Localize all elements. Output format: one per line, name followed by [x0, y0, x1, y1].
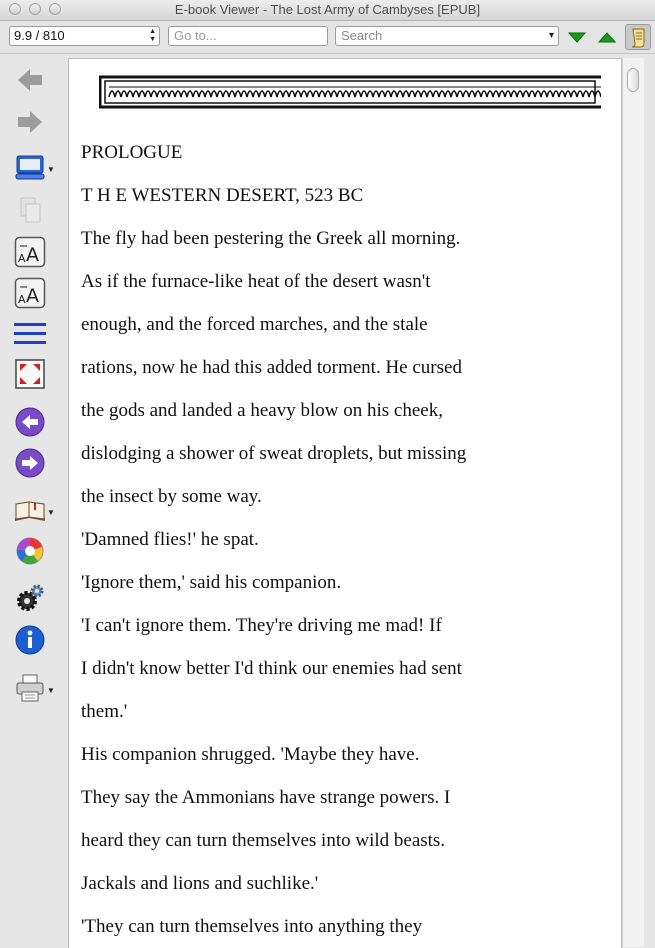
print-button[interactable]: [12, 670, 48, 706]
font-larger-icon: A A: [14, 236, 46, 268]
find-previous-button[interactable]: [596, 26, 618, 48]
monitor-icon: [15, 155, 45, 180]
previous-page-icon: [15, 407, 45, 437]
preferences-button[interactable]: [12, 581, 48, 617]
chapter-subheading: T H E WESTERN DESERT, 523 BC: [81, 185, 364, 206]
book-text: PROLOGUE T H E WESTERN DESERT, 523 BC The …: [81, 141, 611, 948]
copy-icon: [20, 197, 41, 223]
next-page-icon: [15, 448, 45, 478]
text-line: Jackals and lions and suchlike.': [81, 873, 319, 894]
text-line: They say the Ammonians have strange powe…: [81, 787, 451, 808]
vertical-scrollbar[interactable]: [622, 58, 644, 947]
book-content-view[interactable]: PROLOGUE T H E WESTERN DESERT, 523 BC The …: [68, 58, 622, 948]
text-line: heard they can turn themselves into wild…: [81, 830, 446, 851]
text-line: rations, now he had this added torment. …: [81, 357, 462, 378]
svg-text:A: A: [26, 285, 39, 307]
text-line: the insect by some way.: [81, 486, 262, 507]
gears-icon: [17, 584, 44, 611]
bookmarks-dropdown-caret-icon[interactable]: ▼: [47, 508, 55, 517]
book-info-button[interactable]: [12, 622, 48, 658]
forward-button[interactable]: [12, 104, 48, 140]
green-up-arrow-icon: [597, 32, 617, 43]
svg-text:A: A: [18, 252, 26, 265]
back-button[interactable]: [12, 62, 48, 98]
chapter-heading: PROLOGUE: [81, 142, 183, 163]
view-mode-button[interactable]: [12, 149, 48, 185]
text-line: enough, and the forced marches, and the …: [81, 314, 428, 335]
title-bar: E-book Viewer - The Lost Army of Cambyse…: [0, 0, 655, 21]
text-line: 'Ignore them,' said his companion.: [81, 572, 342, 593]
search-combobox[interactable]: Search ▾: [335, 26, 559, 46]
scroll-icon: [631, 28, 645, 48]
font-smaller-button[interactable]: A A: [12, 275, 48, 311]
stepper-arrows-icon[interactable]: ▲ ▼: [149, 28, 156, 44]
next-page-button[interactable]: [12, 445, 48, 481]
text-line: dislodging a shower of sweat droplets, b…: [81, 443, 467, 464]
chevron-down-icon[interactable]: ▾: [549, 27, 554, 45]
green-down-arrow-icon: [567, 32, 587, 43]
printer-icon: [16, 674, 44, 702]
find-next-button[interactable]: [566, 26, 588, 48]
toolbar: 9.9 / 810 ▲ ▼ Go to... Search ▾: [0, 21, 655, 54]
scrollbar-thumb[interactable]: [627, 68, 639, 92]
position-spinbox[interactable]: 9.9 / 810 ▲ ▼: [9, 26, 160, 46]
forward-arrow-icon: [18, 111, 42, 133]
fullscreen-icon: [15, 359, 45, 389]
font-smaller-icon: A A: [14, 277, 46, 309]
window-title: E-book Viewer - The Lost Army of Cambyse…: [174, 2, 481, 17]
text-line: As if the furnace-like heat of the deser…: [81, 271, 431, 292]
info-icon: [15, 625, 45, 655]
goto-input[interactable]: Go to...: [168, 26, 328, 46]
font-larger-button[interactable]: A A: [12, 234, 48, 270]
copy-button[interactable]: [12, 192, 48, 228]
book-icon: [15, 501, 45, 521]
text-line: The fly had been pestering the Greek all…: [81, 228, 461, 249]
svg-text:A: A: [26, 244, 39, 266]
text-line: the gods and landed a heavy blow on his …: [81, 400, 443, 421]
decorative-border-image: [99, 67, 601, 109]
position-value: 9.9 / 810: [14, 28, 65, 43]
print-dropdown-caret-icon[interactable]: ▼: [47, 686, 55, 695]
back-arrow-icon: [18, 69, 42, 91]
text-line: 'I can't ignore them. They're driving me…: [81, 615, 442, 636]
text-line: I didn't know better I'd think our enemi…: [81, 658, 462, 679]
svg-text:A: A: [18, 293, 26, 306]
toc-toggle-button[interactable]: [625, 24, 651, 50]
search-input[interactable]: Search: [341, 28, 382, 43]
text-line: them.': [81, 701, 128, 722]
fullscreen-button[interactable]: [12, 356, 48, 392]
toc-lines-icon: [14, 323, 46, 344]
previous-page-button[interactable]: [12, 404, 48, 440]
reference-mode-button[interactable]: [12, 533, 48, 569]
view-dropdown-caret-icon[interactable]: ▼: [47, 165, 55, 174]
text-line: 'They can turn themselves into anything …: [81, 916, 423, 937]
text-line: His companion shrugged. 'Maybe they have…: [81, 744, 420, 765]
text-line: 'Damned flies!' he spat.: [81, 529, 259, 550]
table-of-contents-button[interactable]: [12, 316, 48, 352]
reference-icon: [16, 537, 44, 565]
bookmarks-button[interactable]: [12, 493, 48, 529]
action-sidebar: ▼ A A A A ▼ ▼: [0, 54, 60, 947]
